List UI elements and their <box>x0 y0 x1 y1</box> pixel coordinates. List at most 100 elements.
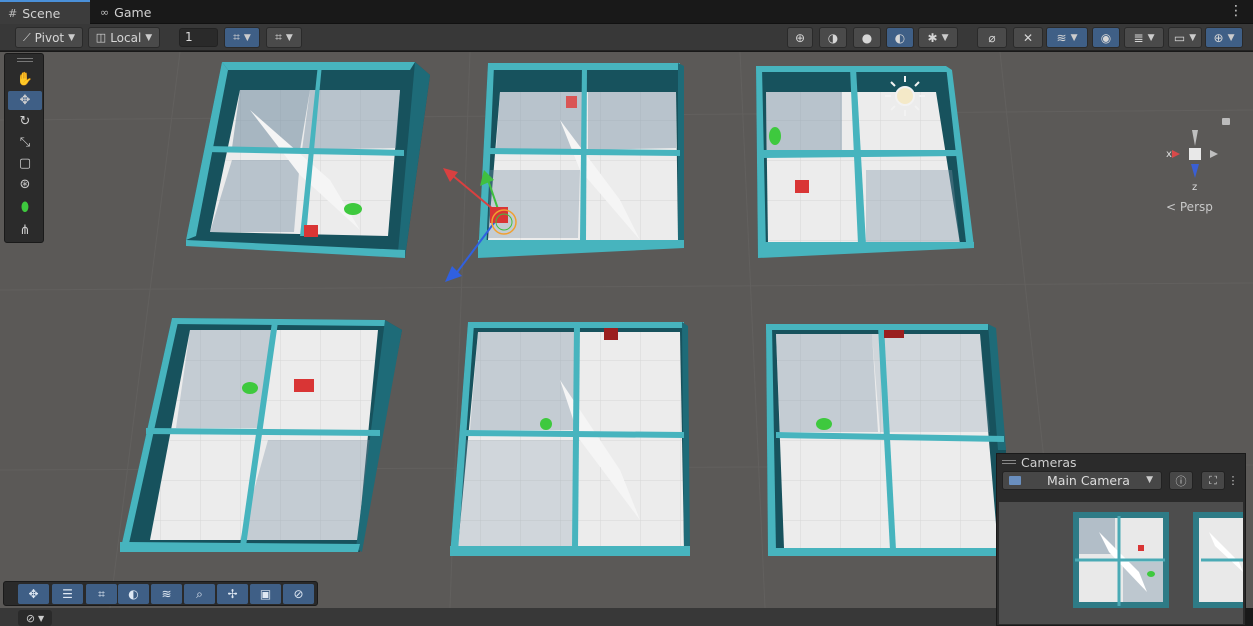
move-tool-button[interactable]: ✥ <box>8 91 42 110</box>
layers-icon: ≋ <box>1056 30 1067 45</box>
chevron-down-icon: ▼ <box>38 613 45 623</box>
camera-dropdown[interactable]: ▭ ▼ <box>1168 27 1202 48</box>
cube-icon: ◫ <box>95 31 107 44</box>
lit-mode-button[interactable]: ● <box>853 27 881 48</box>
more-options-icon: ⋮ <box>1227 474 1239 487</box>
snap-grid-icon: ⌗ <box>275 30 282 44</box>
eye-icon: ◉ <box>1100 30 1112 45</box>
moon-icon: ◐ <box>894 30 906 45</box>
tab-game-label: Game <box>114 4 152 20</box>
pivot-overlay-button[interactable]: ✢ <box>217 584 248 604</box>
tab-bar: # Scene ∞ Game ⋮ <box>0 0 1253 24</box>
shading-mode-button[interactable]: ◑ <box>819 27 847 48</box>
overlay-toolbar: ✥ ☰ ⌗ ◐ ≋ ⌕ ✢ ▣ ⊘ <box>3 581 318 606</box>
scene-orientation-gizmo[interactable]: x z < Persp <box>1150 108 1240 218</box>
draw-mode-button[interactable]: ⊕ <box>787 27 813 48</box>
pivot-label: Pivot <box>34 30 65 45</box>
compass-icon: ⊘ <box>293 587 304 601</box>
chevron-down-icon: ▼ <box>1070 32 1078 43</box>
node-graph-icon: ⋔ <box>19 223 31 238</box>
space-dropdown[interactable]: ◫ Local ▼ <box>88 27 160 48</box>
compass-icon: ⊘ <box>25 611 36 625</box>
camera-preview <box>999 502 1243 624</box>
grid-snap-icon: ⌗ <box>233 30 240 44</box>
transform-tool-button[interactable]: ⊛ <box>8 175 42 194</box>
search-overlay-button[interactable]: ⌕ <box>184 584 215 604</box>
camera-select[interactable]: Main Camera ▼ <box>1002 471 1162 490</box>
chevron-down-icon: ▼ <box>68 32 76 43</box>
hand-tool-button[interactable]: ✋ <box>8 70 42 89</box>
cameras-title: Cameras <box>1021 455 1077 470</box>
navigation-tool-button[interactable]: ⋔ <box>8 221 42 240</box>
sliders-icon: ☰ <box>62 587 73 601</box>
arena-3 <box>756 66 974 258</box>
rect-tool-button[interactable]: ▢ <box>8 154 42 173</box>
scale-tool-button[interactable]: ⤡ <box>8 133 42 152</box>
chevron-down-icon: ▼ <box>1227 32 1235 43</box>
pivot-icon: ⟋ <box>22 30 31 44</box>
rotate-tool-button[interactable]: ↻ <box>8 112 42 131</box>
lock-icon[interactable] <box>1222 118 1230 125</box>
overlay-menu-button[interactable]: ⋮ <box>1225 471 1241 490</box>
debug-dropdown[interactable]: ✱ ▼ <box>918 27 958 48</box>
fx-icon: ✕ <box>1022 30 1034 45</box>
camera-info-button[interactable]: ⓘ <box>1169 471 1193 490</box>
status-strip: ⊘ ▼ <box>0 608 996 626</box>
shaded-mode-button[interactable]: ◐ <box>886 27 914 48</box>
camera-icon: ▣ <box>259 587 272 601</box>
audio-toggle[interactable]: ⌀ <box>977 27 1007 48</box>
pivot-icon: ✢ <box>227 587 238 601</box>
more-options-icon[interactable]: ⋮ <box>1229 3 1243 19</box>
camera-overlay-button[interactable]: ▣ <box>250 584 281 604</box>
light-gizmo <box>885 76 925 116</box>
layers-dropdown[interactable]: ≋ ▼ <box>1046 27 1088 48</box>
camera-frame-button[interactable]: ⛶ <box>1201 471 1225 490</box>
projection-label: Persp <box>1179 200 1213 214</box>
sphere-icon: ● <box>861 30 873 45</box>
layers-icon: ≋ <box>161 587 172 601</box>
sphere-wire-icon: ⊕ <box>794 30 806 45</box>
effects-toggle[interactable]: ✕ <box>1013 27 1043 48</box>
tab-scene-label: Scene <box>22 5 61 21</box>
grid-increment-field[interactable]: 1 <box>179 28 218 47</box>
camera-icon <box>1009 476 1021 485</box>
visibility-toggle[interactable]: ◉ <box>1092 27 1120 48</box>
space-label: Local <box>110 30 142 45</box>
chevron-down-icon: ▼ <box>1189 32 1197 43</box>
search-icon: ⌕ <box>196 586 203 601</box>
capsule-icon: ⬮ <box>20 200 30 215</box>
stack-dropdown[interactable]: ≣ ▼ <box>1124 27 1164 48</box>
overlay-grip-icon[interactable] <box>1002 460 1016 464</box>
frame-icon: ⛶ <box>1209 473 1217 487</box>
move-icon: ✥ <box>19 93 31 108</box>
rotate-icon: ↻ <box>19 114 31 129</box>
camera-icon: ▭ <box>1173 30 1186 45</box>
custom-tool-button[interactable]: ⬮ <box>8 198 42 217</box>
chevron-down-icon: ▼ <box>941 32 949 43</box>
projection-toggle[interactable]: < Persp <box>1166 200 1213 214</box>
increment-snap-toggle[interactable]: ⌗ ▼ <box>266 27 302 48</box>
shading-overlay-button[interactable]: ◐ <box>118 584 149 604</box>
tab-game[interactable]: ∞ Game <box>92 0 162 24</box>
chevron-down-icon: ▼ <box>1147 32 1155 43</box>
grid-overlay-button[interactable]: ⌗ <box>86 584 117 604</box>
palette-grip-icon[interactable] <box>17 58 33 62</box>
scale-icon: ⤡ <box>19 135 31 150</box>
sliders-button[interactable]: ☰ <box>52 584 83 604</box>
gizmos-dropdown[interactable]: ⊕ ▼ <box>1205 27 1243 48</box>
layers-overlay-button[interactable]: ≋ <box>151 584 182 604</box>
view-options-dropdown[interactable]: ⊘ ▼ <box>18 610 52 626</box>
bug-icon: ✱ <box>927 30 938 45</box>
grid-snap-toggle[interactable]: ⌗ ▼ <box>224 27 260 48</box>
x-axis-label: x <box>1166 149 1172 160</box>
globe-icon: ⊕ <box>1213 30 1224 45</box>
tab-scene[interactable]: # Scene <box>0 0 90 24</box>
arena-5 <box>450 322 690 556</box>
compass-overlay-button[interactable]: ⊘ <box>283 584 314 604</box>
scene-toolbar: ⟋ Pivot ▼ ◫ Local ▼ 1 ⌗ ▼ ⌗ ▼ ⊕ ◑ ● ◐ ✱ ▼ ⌀ ✕… <box>0 24 1253 51</box>
move-overlay-button[interactable]: ✥ <box>18 584 49 604</box>
arena-1 <box>186 62 430 258</box>
z-axis-label: z <box>1192 182 1197 193</box>
pivot-dropdown[interactable]: ⟋ Pivot ▼ <box>15 27 83 48</box>
chevron-down-icon: ▼ <box>243 32 251 43</box>
